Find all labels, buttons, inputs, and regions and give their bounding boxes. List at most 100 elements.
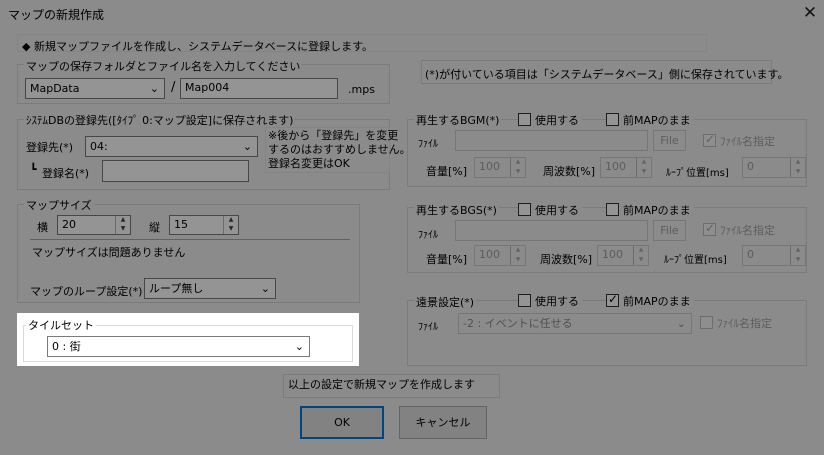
bgm-freq-spinner[interactable]: 100 ▲ ▼ [600,157,652,178]
bgm-loop-spinner[interactable]: 0 ▲ ▼ [742,157,806,178]
mapsize-group-label: マップサイズ [24,197,94,213]
panorama-name-label: ﾌｧｲﾙ名指定 [717,317,772,330]
chevron-down-icon: ⌄ [242,140,252,153]
window-title: マップの新規作成 [8,8,105,22]
checkbox-box[interactable] [518,203,531,216]
tree-prefix: ┗ [30,163,37,176]
bgs-loop-spinner[interactable]: 0 ▲ ▼ [742,245,806,266]
spinner-buttons[interactable]: ▲ ▼ [633,246,648,265]
bgs-freq-spinner[interactable]: 100 ▲ ▼ [597,245,649,266]
spin-down-icon[interactable]: ▼ [511,168,525,178]
panorama-group-label: 遠景設定(*) [414,294,477,310]
cancel-button[interactable]: キャンセル [399,406,487,439]
spin-up-icon[interactable]: ▲ [637,158,651,168]
spin-down-icon[interactable]: ▼ [637,168,651,178]
bgm-name-checkbox[interactable]: ﾌｧｲﾙ名指定 [703,132,775,149]
spin-up-icon[interactable]: ▲ [634,246,648,256]
spin-up-icon[interactable]: ▲ [224,216,238,225]
bgm-freq-label: 周波数[%] [543,165,596,178]
chevron-down-icon: ⌄ [676,317,686,330]
bgs-name-checkbox[interactable]: ﾌｧｲﾙ名指定 [703,221,775,238]
path-slash: / [171,80,176,95]
spinner-buttons[interactable]: ▲ ▼ [636,158,651,177]
spin-up-icon[interactable]: ▲ [511,158,525,168]
tileset-group-label: タイルセット [26,317,96,333]
ok-button[interactable]: OK [300,406,384,439]
panorama-keep-label: 前MAPのまま [623,295,691,308]
close-icon[interactable]: ✕ [799,1,821,25]
spinner-buttons[interactable]: ▲ ▼ [510,246,525,265]
panorama-use-checkbox[interactable]: 使用する [518,293,582,309]
spin-up-icon[interactable]: ▲ [511,246,525,256]
bgs-freq-value: 100 [602,248,623,261]
panorama-file-value: -2 : イベントに任せる [463,317,573,330]
db-note-text: (*)が付いている項目は「システムデータベース」側に保存されています。 [425,68,789,81]
bgs-freq-label: 周波数[%] [540,253,593,266]
bgs-group-label: 再生するBGS(*) [414,202,499,218]
filename-input[interactable]: Map004 [180,78,338,99]
checkbox-box[interactable] [703,221,716,236]
bgm-file-button[interactable]: File [653,130,686,151]
sysdb-group-label: ｼｽﾃﾑDBの登録先([ﾀｲﾌﾟ 0:マップ設定]に保存されます) [24,112,296,128]
intro-text: ◆ 新規マップファイルを作成し、システムデータベースに登録します。 [22,40,373,53]
spin-down-icon[interactable]: ▼ [791,256,805,266]
checkbox-box[interactable] [700,316,713,329]
spinner-buttons[interactable]: ▲ ▼ [790,246,805,265]
bgm-volume-spinner[interactable]: 100 ▲ ▼ [474,157,526,178]
panorama-name-checkbox[interactable]: ﾌｧｲﾙ名指定 [700,315,772,331]
bgm-name-label: ﾌｧｲﾙ名指定 [720,135,775,148]
height-value: 15 [174,218,188,231]
spin-down-icon[interactable]: ▼ [791,168,805,178]
bgm-use-label: 使用する [535,114,579,127]
spin-down-icon[interactable]: ▼ [224,225,238,234]
folder-value: MapData [30,82,80,95]
bgm-file-label: ﾌｧｲﾙ [418,139,438,150]
bgm-volume-label: 音量[%] [426,165,468,178]
sysdb-note-line: 登録名変更はOK [268,157,350,170]
mapsize-divider [30,239,350,240]
width-spinner[interactable]: 20 ▲ ▼ [57,215,131,235]
bgs-use-checkbox[interactable]: 使用する [518,202,582,218]
spinner-buttons[interactable]: ▲ ▼ [223,216,238,234]
spin-down-icon[interactable]: ▼ [116,225,130,234]
bgm-use-checkbox[interactable]: 使用する [518,112,582,128]
bgs-volume-spinner[interactable]: 100 ▲ ▼ [474,245,526,266]
tileset-combo[interactable]: 0 : 街 ⌄ [47,336,310,357]
sysdb-note-line: ※後から「登録先」を変更 [268,129,399,142]
spin-up-icon[interactable]: ▲ [791,158,805,168]
checkbox-box[interactable] [518,294,531,307]
spin-up-icon[interactable]: ▲ [116,216,130,225]
spinner-buttons[interactable]: ▲ ▼ [790,158,805,177]
loop-combo[interactable]: ループ無し ⌄ [144,278,276,299]
bgs-file-input[interactable] [455,220,648,241]
bgs-file-button[interactable]: File [653,220,686,241]
panorama-file-combo[interactable]: -2 : イベントに任せる ⌄ [458,313,692,334]
folder-combo[interactable]: MapData ⌄ [25,78,165,99]
spinner-buttons[interactable]: ▲ ▼ [510,158,525,177]
dialog-window: マップの新規作成 ✕ ◆ 新規マップファイルを作成し、システムデータベースに登録… [0,0,824,455]
checkbox-box[interactable] [606,292,619,307]
panorama-keep-checkbox[interactable]: 前MAPのまま [606,292,694,309]
bgm-group-label: 再生するBGM(*) [414,112,502,128]
bgm-loop-value: 0 [747,160,754,173]
checkbox-box[interactable] [703,132,716,147]
bgs-keep-checkbox[interactable]: 前MAPのまま [606,202,694,218]
spin-up-icon[interactable]: ▲ [791,246,805,256]
checkbox-box[interactable] [606,203,619,216]
checkbox-box[interactable] [606,113,619,126]
tileset-highlight: タイルセット 0 : 街 ⌄ [17,313,359,366]
width-value: 20 [62,218,76,231]
height-label: 縦 [149,221,160,234]
spin-down-icon[interactable]: ▼ [511,256,525,266]
chevron-down-icon: ⌄ [260,282,270,295]
bgm-keep-checkbox[interactable]: 前MAPのまま [606,112,694,128]
bgm-file-input[interactable] [455,130,648,151]
checkbox-box[interactable] [518,113,531,126]
dest-value: 04: [90,140,108,153]
height-spinner[interactable]: 15 ▲ ▼ [169,215,239,235]
bgs-file-label: ﾌｧｲﾙ [418,230,438,241]
spin-down-icon[interactable]: ▼ [634,256,648,266]
spinner-buttons[interactable]: ▲ ▼ [115,216,130,234]
name-input[interactable] [102,160,249,182]
dest-combo[interactable]: 04: ⌄ [85,136,258,157]
